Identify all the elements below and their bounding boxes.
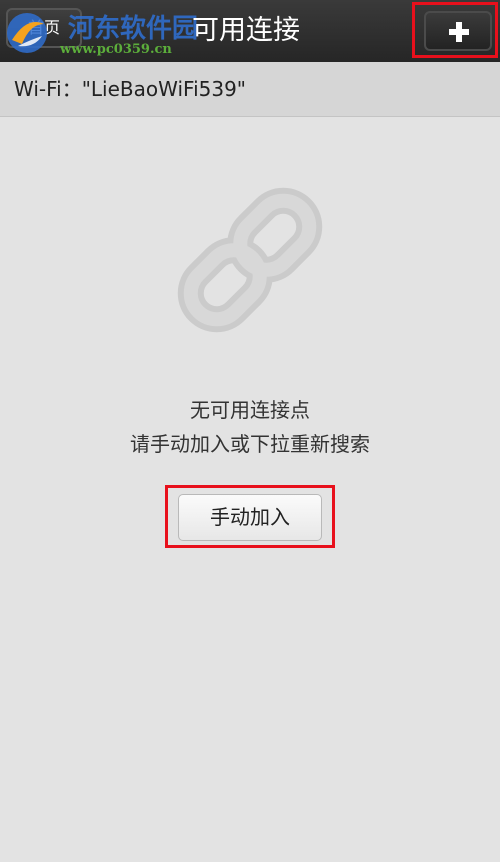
empty-state-hint: 请手动加入或下拉重新搜索 bbox=[130, 432, 370, 456]
link-icon bbox=[177, 187, 323, 333]
plus-icon bbox=[449, 22, 469, 42]
manual-join-button[interactable]: 手动加入 bbox=[178, 494, 322, 541]
action-bar: 首页 河东软件园 www.pc0359.cn 可用连接 bbox=[0, 0, 500, 62]
wifi-status-bar: Wi-Fi："LieBaoWiFi539" bbox=[0, 62, 500, 117]
wifi-status-text: Wi-Fi："LieBaoWiFi539" bbox=[14, 77, 247, 101]
back-button[interactable]: 首页 bbox=[6, 8, 82, 48]
add-button[interactable] bbox=[424, 11, 492, 51]
page-title: 可用连接 bbox=[192, 15, 300, 46]
watermark-title: 河东软件园 bbox=[68, 14, 199, 44]
empty-state-title: 无可用连接点 bbox=[190, 398, 310, 422]
